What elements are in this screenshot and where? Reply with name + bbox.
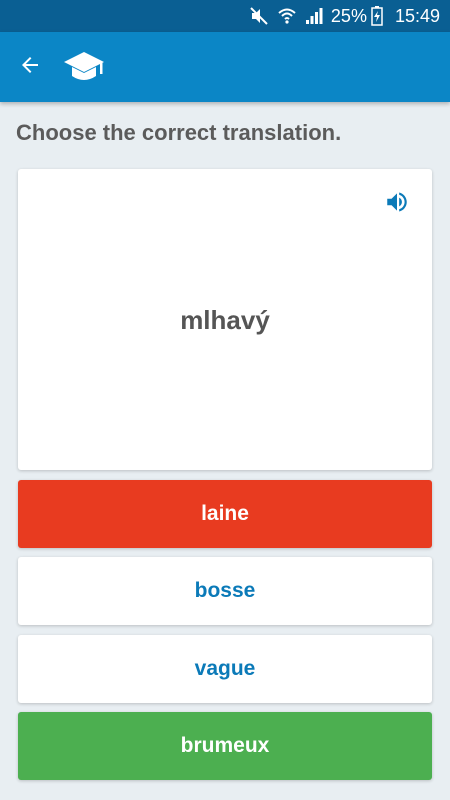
status-bar: 25% 15:49 xyxy=(0,0,450,32)
answer-label: vague xyxy=(194,657,256,680)
speaker-button[interactable] xyxy=(382,189,412,219)
back-button[interactable] xyxy=(12,49,48,85)
battery-percent: 25% xyxy=(330,5,367,26)
signal-icon xyxy=(305,7,323,25)
answer-option-brumeux[interactable]: brumeux xyxy=(18,712,432,780)
arrow-left-icon xyxy=(18,53,42,82)
battery-icon xyxy=(371,6,383,26)
app-bar xyxy=(0,32,450,102)
speaker-icon xyxy=(384,189,410,220)
answer-label: bosse xyxy=(194,579,256,602)
answer-label: laine xyxy=(201,502,249,525)
graduation-cap-icon xyxy=(62,50,106,89)
mute-icon xyxy=(249,6,269,26)
quiz-word: mlhavý xyxy=(180,305,270,335)
prompt-heading: Choose the correct translation. xyxy=(16,120,342,145)
answer-option-vague[interactable]: vague xyxy=(18,635,432,703)
answer-option-laine[interactable]: laine xyxy=(18,480,432,548)
answer-label: brumeux xyxy=(180,734,270,757)
clock: 15:49 xyxy=(394,5,440,26)
wifi-icon xyxy=(277,6,297,26)
answer-option-bosse[interactable]: bosse xyxy=(18,557,432,625)
word-card: mlhavý xyxy=(18,169,432,470)
